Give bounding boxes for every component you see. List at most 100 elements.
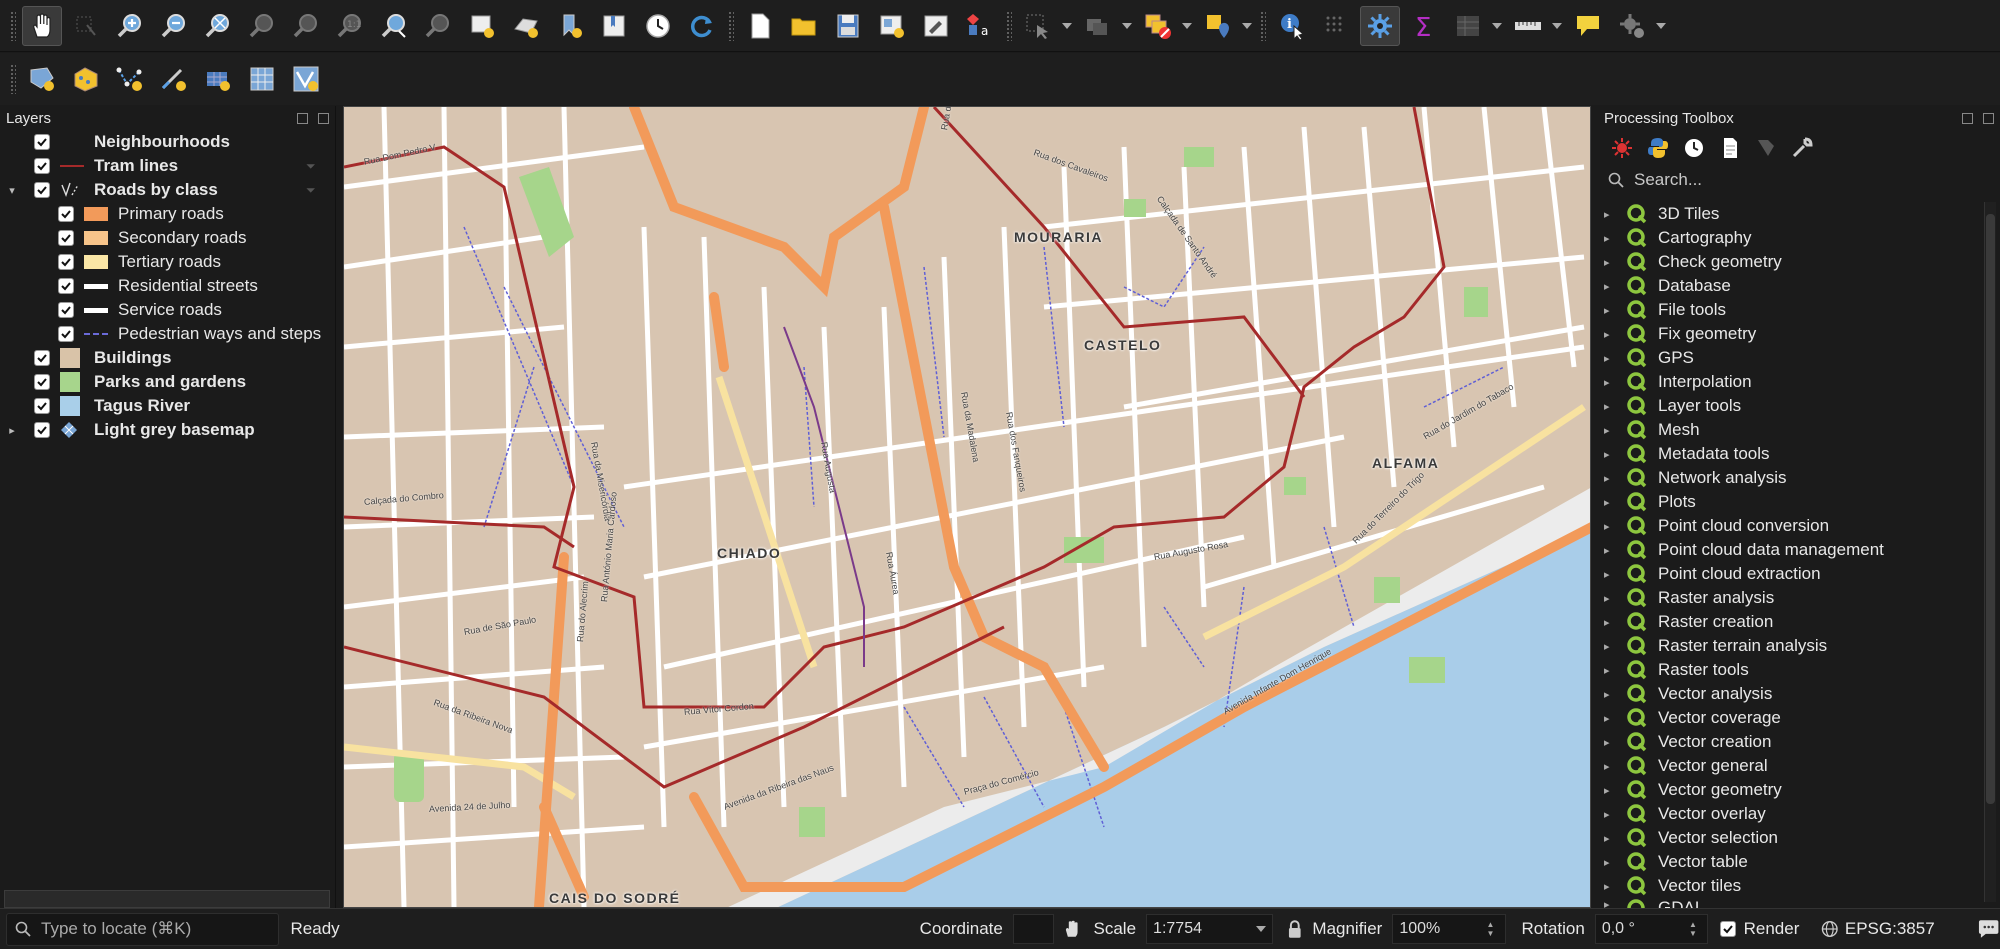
collapse-arrow-icon[interactable]: ▾ bbox=[6, 184, 18, 197]
layer-item[interactable]: Residential streets bbox=[58, 274, 258, 298]
expand-arrow-icon[interactable]: ▸ bbox=[1604, 832, 1618, 845]
magnifier-spinbox[interactable]: 100% ▲ ▼ bbox=[1392, 914, 1506, 944]
new-project-button[interactable] bbox=[740, 6, 780, 46]
field-calculator-button[interactable] bbox=[1448, 6, 1488, 46]
messages-icon[interactable] bbox=[1977, 919, 2000, 939]
select-features-button[interactable] bbox=[1018, 6, 1058, 46]
new-bookmark-button[interactable] bbox=[550, 6, 590, 46]
layer-item[interactable]: ▾ Roads by class ⏷ bbox=[6, 178, 315, 202]
expand-arrow-icon[interactable]: ▸ bbox=[1604, 688, 1618, 701]
toolbar-grip[interactable] bbox=[728, 10, 734, 41]
expand-arrow-icon[interactable]: ▸ bbox=[1604, 520, 1618, 533]
zoom-next-button[interactable] bbox=[418, 6, 458, 46]
algorithm-group[interactable]: ▸ Mesh bbox=[1604, 418, 1700, 442]
refresh-button[interactable] bbox=[682, 6, 722, 46]
algorithm-group[interactable]: ▸ Vector tiles bbox=[1604, 874, 1741, 898]
expand-arrow-icon[interactable]: ▸ bbox=[1604, 712, 1618, 725]
algorithm-group[interactable]: ▸ Metadata tools bbox=[1604, 442, 1770, 466]
field-calculator-dropdown[interactable] bbox=[1492, 22, 1502, 30]
algorithm-group[interactable]: ▸ Vector analysis bbox=[1604, 682, 1772, 706]
lock-scale-icon[interactable] bbox=[1287, 919, 1303, 939]
algorithm-group[interactable]: ▸ Vector general bbox=[1604, 754, 1768, 778]
layer-item[interactable]: Pedestrian ways and steps bbox=[58, 322, 321, 346]
algorithm-group[interactable]: ▸ Vector geometry bbox=[1604, 778, 1782, 802]
expand-arrow-icon[interactable]: ▸ bbox=[1604, 760, 1618, 773]
algorithm-group[interactable]: ▸ Point cloud conversion bbox=[1604, 514, 1829, 538]
algorithm-group[interactable]: ▸ Point cloud extraction bbox=[1604, 562, 1821, 586]
algorithm-group[interactable]: ▸ Raster tools bbox=[1604, 658, 1749, 682]
add-vector-layer-button[interactable] bbox=[22, 59, 62, 99]
map-canvas[interactable]: MOURARIA CASTELO ALFAMA CHIADO CAIS DO SODRÉ… bbox=[343, 106, 1591, 908]
expand-arrow-icon[interactable]: ▸ bbox=[6, 424, 18, 437]
algorithm-group[interactable]: ▸ Vector overlay bbox=[1604, 802, 1766, 826]
zoom-to-layer-button[interactable] bbox=[286, 6, 326, 46]
history-icon[interactable] bbox=[1682, 136, 1706, 160]
expand-arrow-icon[interactable]: ▸ bbox=[1604, 304, 1618, 317]
layer-filter-icon[interactable]: ⏷ bbox=[306, 183, 316, 198]
algorithm-group[interactable]: ▸ Vector table bbox=[1604, 850, 1748, 874]
expand-arrow-icon[interactable]: ▸ bbox=[1604, 376, 1618, 389]
algorithm-group[interactable]: ▸ Cartography bbox=[1604, 226, 1752, 250]
select-location-button[interactable] bbox=[1198, 6, 1238, 46]
expand-arrow-icon[interactable]: ▸ bbox=[1604, 280, 1618, 293]
deselect-button[interactable] bbox=[1138, 6, 1178, 46]
expand-arrow-icon[interactable]: ▸ bbox=[1604, 208, 1618, 221]
add-raster-layer-button[interactable] bbox=[66, 59, 106, 99]
algorithm-group[interactable]: ▸ Plots bbox=[1604, 490, 1696, 514]
select-location-dropdown[interactable] bbox=[1242, 22, 1252, 30]
layer-item[interactable]: Secondary roads bbox=[58, 226, 247, 250]
spin-arrows-icon[interactable]: ▲ ▼ bbox=[1689, 920, 1701, 938]
toolbar-grip[interactable] bbox=[1006, 10, 1012, 41]
algorithm-group[interactable]: ▸ Fix geometry bbox=[1604, 322, 1756, 346]
toolbar-grip[interactable] bbox=[10, 64, 16, 94]
toolbox-vertical-scrollbar[interactable] bbox=[1984, 202, 1996, 902]
expand-arrow-icon[interactable]: ▸ bbox=[1604, 544, 1618, 557]
statistics-button[interactable]: Σ bbox=[1404, 6, 1444, 46]
expand-arrow-icon[interactable]: ▸ bbox=[1604, 736, 1618, 749]
layer-visibility-checkbox[interactable] bbox=[58, 278, 74, 294]
layer-visibility-checkbox[interactable] bbox=[34, 398, 50, 414]
pan-to-selection-button[interactable] bbox=[66, 6, 106, 46]
expand-arrow-icon[interactable]: ▸ bbox=[1604, 328, 1618, 341]
new-map-view-button[interactable] bbox=[462, 6, 502, 46]
rotation-spinbox[interactable]: 0,0 ° ▲ ▼ bbox=[1594, 914, 1708, 944]
layer-visibility-checkbox[interactable] bbox=[34, 374, 50, 390]
zoom-full-button[interactable] bbox=[198, 6, 238, 46]
layer-item[interactable]: Primary roads bbox=[58, 202, 224, 226]
show-bookmarks-button[interactable] bbox=[594, 6, 634, 46]
expand-arrow-icon[interactable]: ▸ bbox=[1604, 568, 1618, 581]
select-features-dropdown[interactable] bbox=[1062, 22, 1072, 30]
close-panel-icon[interactable] bbox=[318, 112, 329, 124]
deselect-dropdown[interactable] bbox=[1182, 22, 1192, 30]
processing-toolbox-button[interactable] bbox=[1360, 5, 1400, 46]
python-icon[interactable] bbox=[1646, 136, 1670, 160]
layer-item[interactable]: Tram lines ⏷ bbox=[6, 154, 316, 178]
scale-combobox[interactable]: 1:7754 bbox=[1146, 914, 1273, 944]
algorithm-group[interactable]: ▸ 3D Tiles bbox=[1604, 202, 1719, 226]
layer-visibility-checkbox[interactable] bbox=[58, 302, 74, 318]
expand-arrow-icon[interactable]: ▸ bbox=[1604, 352, 1618, 365]
float-panel-icon[interactable] bbox=[297, 112, 308, 124]
measure-dropdown[interactable] bbox=[1552, 22, 1562, 30]
coordinate-toggle-icon[interactable] bbox=[1062, 919, 1081, 939]
layer-item[interactable]: Tagus River bbox=[6, 394, 190, 418]
measure-button[interactable] bbox=[1508, 6, 1548, 46]
layer-visibility-checkbox[interactable] bbox=[58, 230, 74, 246]
layer-visibility-checkbox[interactable] bbox=[34, 158, 50, 174]
select-by-value-button[interactable] bbox=[1078, 6, 1118, 46]
expand-arrow-icon[interactable]: ▸ bbox=[1604, 592, 1618, 605]
expand-arrow-icon[interactable]: ▸ bbox=[1604, 424, 1618, 437]
algorithm-group[interactable]: ▸ Network analysis bbox=[1604, 466, 1787, 490]
style-manager-button[interactable] bbox=[916, 6, 956, 46]
spin-arrows-icon[interactable]: ▲ ▼ bbox=[1487, 920, 1499, 938]
digitize-line-button[interactable] bbox=[154, 59, 194, 99]
algorithm-group[interactable]: ▸ GPS bbox=[1604, 346, 1694, 370]
vertex-tool-button[interactable] bbox=[110, 59, 150, 99]
float-panel-icon[interactable] bbox=[1962, 112, 1973, 124]
layer-visibility-checkbox[interactable] bbox=[58, 206, 74, 222]
layer-item[interactable]: Buildings bbox=[6, 346, 171, 370]
add-grid-layer-button[interactable] bbox=[242, 59, 282, 99]
toolbar-grip[interactable] bbox=[1260, 10, 1266, 41]
layer-item[interactable]: Neighbourhoods bbox=[6, 130, 230, 154]
layer-item[interactable]: Parks and gardens bbox=[6, 370, 246, 394]
